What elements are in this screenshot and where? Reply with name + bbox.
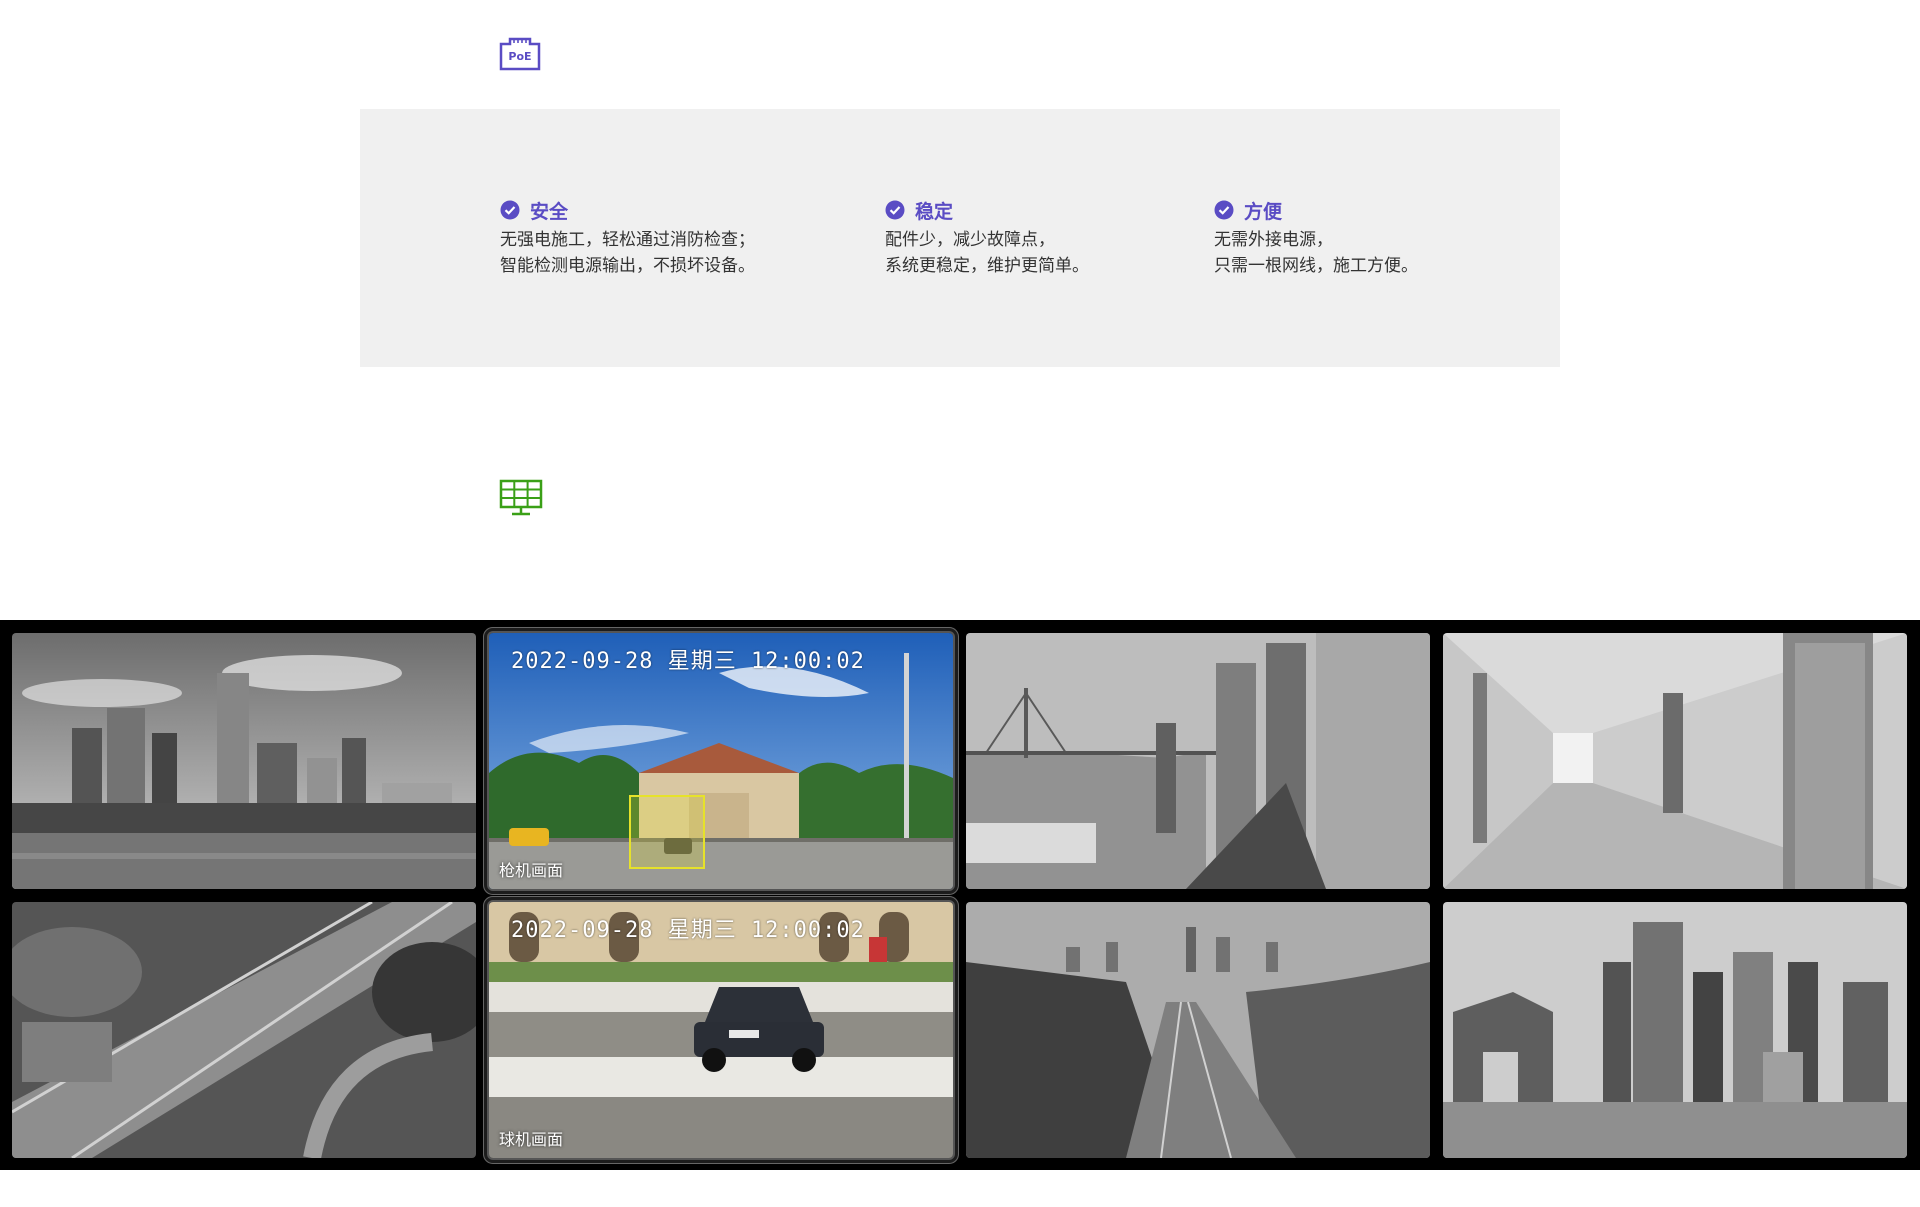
feature-title: 稳定 xyxy=(915,200,954,223)
feature-stability: 稳定 配件少，减少故障点， 系统更稳定，维护更简单。 xyxy=(885,197,1089,279)
feature-panel: 安全 无强电施工，轻松通过消防检查； 智能检测电源输出，不损坏设备。 稳定 配件… xyxy=(360,109,1560,367)
feature-line: 系统更稳定，维护更简单。 xyxy=(885,256,1089,276)
check-circle-icon xyxy=(500,200,520,220)
video-tile-river-bridge[interactable] xyxy=(966,633,1430,889)
feature-line: 配件少，减少故障点， xyxy=(885,230,1055,250)
video-tile-highway[interactable] xyxy=(12,902,476,1158)
video-tile-cbd[interactable] xyxy=(1443,902,1907,1158)
feature-line: 智能检测电源输出，不损坏设备。 xyxy=(500,256,755,276)
video-wall: 2022-09-28 星期三 12:00:02 枪机画面 2022-09-28 … xyxy=(0,620,1920,1170)
feature-title: 方便 xyxy=(1244,200,1283,223)
osd-timestamp: 2022-09-28 星期三 12:00:02 xyxy=(511,918,865,943)
video-tile-dome-camera[interactable]: 2022-09-28 星期三 12:00:02 球机画面 xyxy=(489,902,953,1158)
check-circle-icon xyxy=(885,200,905,220)
feature-line: 只需一根网线，施工方便。 xyxy=(1214,256,1418,276)
video-tile-highway-forest[interactable] xyxy=(966,902,1430,1158)
tile-label: 枪机画面 xyxy=(499,861,564,880)
feature-line: 无需外接电源， xyxy=(1214,230,1333,250)
poe-icon: PoE xyxy=(498,36,542,72)
poe-icon-text: PoE xyxy=(508,50,532,63)
feature-convenience: 方便 无需外接电源， 只需一根网线，施工方便。 xyxy=(1214,197,1418,279)
video-tile-city-skyline[interactable] xyxy=(12,633,476,889)
feature-title: 安全 xyxy=(530,200,569,223)
video-tile-bullet-camera[interactable]: 2022-09-28 星期三 12:00:02 枪机画面 xyxy=(489,633,953,889)
feature-safety: 安全 无强电施工，轻松通过消防检查； 智能检测电源输出，不损坏设备。 xyxy=(500,197,755,279)
multiview-monitor-icon xyxy=(499,479,543,517)
check-circle-icon xyxy=(1214,200,1234,220)
detection-box xyxy=(629,795,705,869)
video-tile-corridor[interactable] xyxy=(1443,633,1907,889)
feature-line: 无强电施工，轻松通过消防检查； xyxy=(500,230,755,250)
tile-label: 球机画面 xyxy=(499,1130,564,1149)
osd-timestamp: 2022-09-28 星期三 12:00:02 xyxy=(511,649,865,674)
